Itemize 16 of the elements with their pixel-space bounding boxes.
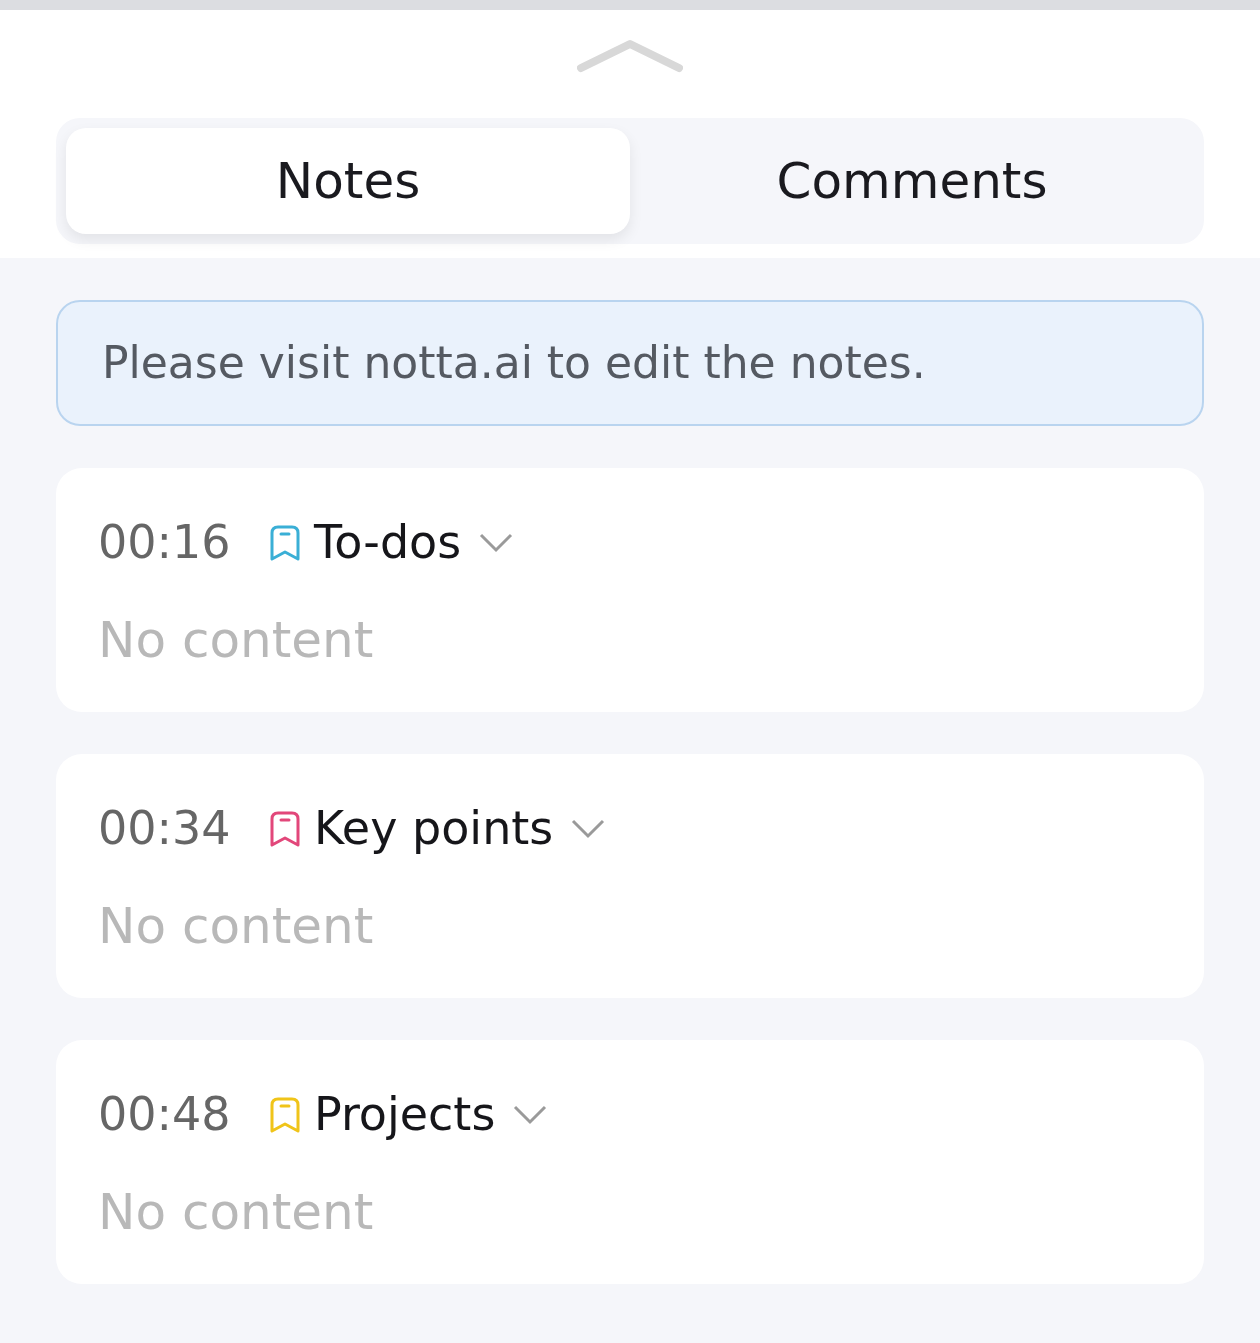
empty-content-text: No content — [98, 610, 375, 671]
tag-dropdown[interactable]: Projects — [314, 1080, 496, 1149]
tab[interactable]: Comments — [630, 128, 1194, 234]
empty-content-text: No content — [98, 896, 375, 957]
chevron-down-icon[interactable] — [571, 818, 606, 839]
notice-banner: Please visit notta.ai to edit the notes. — [56, 300, 1204, 426]
tab[interactable]: Notes — [66, 128, 630, 234]
timestamp: 00:16 — [98, 514, 232, 571]
tag-dropdown[interactable]: To-dos — [314, 508, 462, 577]
collapse-handle-icon[interactable] — [577, 38, 683, 74]
chevron-down-icon[interactable] — [513, 1104, 548, 1125]
tag-dropdown[interactable]: Key points — [314, 794, 554, 863]
empty-content-text: No content — [98, 1182, 375, 1243]
timestamp: 00:34 — [98, 800, 232, 857]
timestamp: 00:48 — [98, 1086, 232, 1143]
chevron-down-icon[interactable] — [479, 532, 514, 553]
